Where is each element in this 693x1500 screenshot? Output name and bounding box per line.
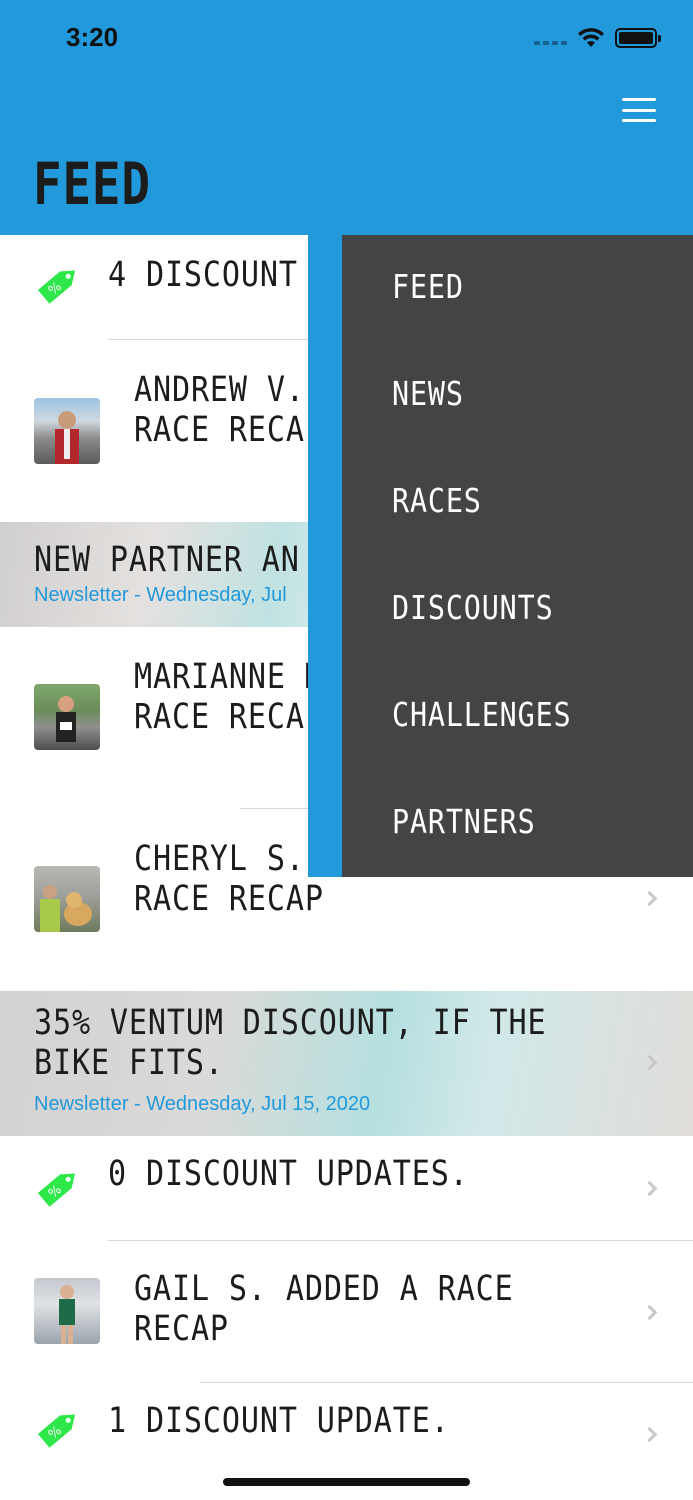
menu-item-discounts[interactable]: DISCOUNTS: [392, 588, 554, 627]
status-icons: [534, 26, 661, 50]
chevron-right-icon: [641, 1426, 658, 1443]
menu-item-races[interactable]: RACES: [392, 481, 482, 520]
menu-item-challenges[interactable]: CHALLENGES: [392, 695, 571, 734]
avatar: [34, 1278, 100, 1344]
battery-icon: [615, 28, 661, 48]
avatar: [34, 684, 100, 750]
wifi-icon: [578, 28, 604, 47]
avatar: [34, 398, 100, 464]
discount-tag-icon: %: [37, 1414, 76, 1448]
app-header: 3:20 FEED: [0, 0, 693, 235]
discount-tag-icon: %: [37, 1173, 76, 1207]
row-text: 4 DISCOUNT: [108, 255, 298, 295]
menu-item-news[interactable]: NEWS: [392, 374, 464, 413]
row-text: CHERYL S. RACE RECAP: [134, 839, 324, 919]
side-menu: FEED NEWS RACES DISCOUNTS CHALLENGES PAR…: [342, 235, 693, 877]
menu-accent-strip: [308, 235, 342, 877]
hamburger-menu-button[interactable]: [622, 98, 656, 122]
cellular-signal-icon: [534, 41, 567, 45]
list-item-race-recap-gail[interactable]: GAIL S. ADDED A RACE RECAP: [0, 1241, 693, 1383]
chevron-right-icon: [641, 1180, 658, 1197]
chevron-right-icon: [641, 1304, 658, 1321]
home-indicator[interactable]: [223, 1478, 470, 1486]
banner-title: NEW PARTNER AN: [34, 540, 300, 580]
menu-item-feed[interactable]: FEED: [392, 267, 464, 306]
banner-subtitle: Newsletter - Wednesday, Jul: [34, 584, 287, 606]
avatar: [34, 866, 100, 932]
page-title: FEED: [33, 150, 151, 218]
row-text: GAIL S. ADDED A RACE RECAP: [134, 1269, 514, 1349]
banner-title: 35% VENTUM DISCOUNT, IF THE BIKE FITS.: [34, 1003, 547, 1083]
status-time: 3:20: [66, 22, 119, 52]
row-text: 1 DISCOUNT UPDATE.: [108, 1401, 450, 1441]
discount-tag-icon: %: [37, 270, 76, 304]
menu-item-partners[interactable]: PARTNERS: [392, 802, 536, 841]
chevron-right-icon: [641, 890, 658, 907]
row-text: 0 DISCOUNT UPDATES.: [108, 1154, 469, 1194]
banner-subtitle: Newsletter - Wednesday, Jul 15, 2020: [34, 1093, 371, 1115]
row-text: ANDREW V. RACE RECA: [134, 370, 305, 450]
newsletter-banner-ventum[interactable]: 35% VENTUM DISCOUNT, IF THE BIKE FITS. N…: [0, 991, 693, 1136]
row-text: MARIANNE M RACE RECA: [134, 657, 323, 737]
list-item-discount-updates[interactable]: % 0 DISCOUNT UPDATES.: [0, 1136, 693, 1241]
